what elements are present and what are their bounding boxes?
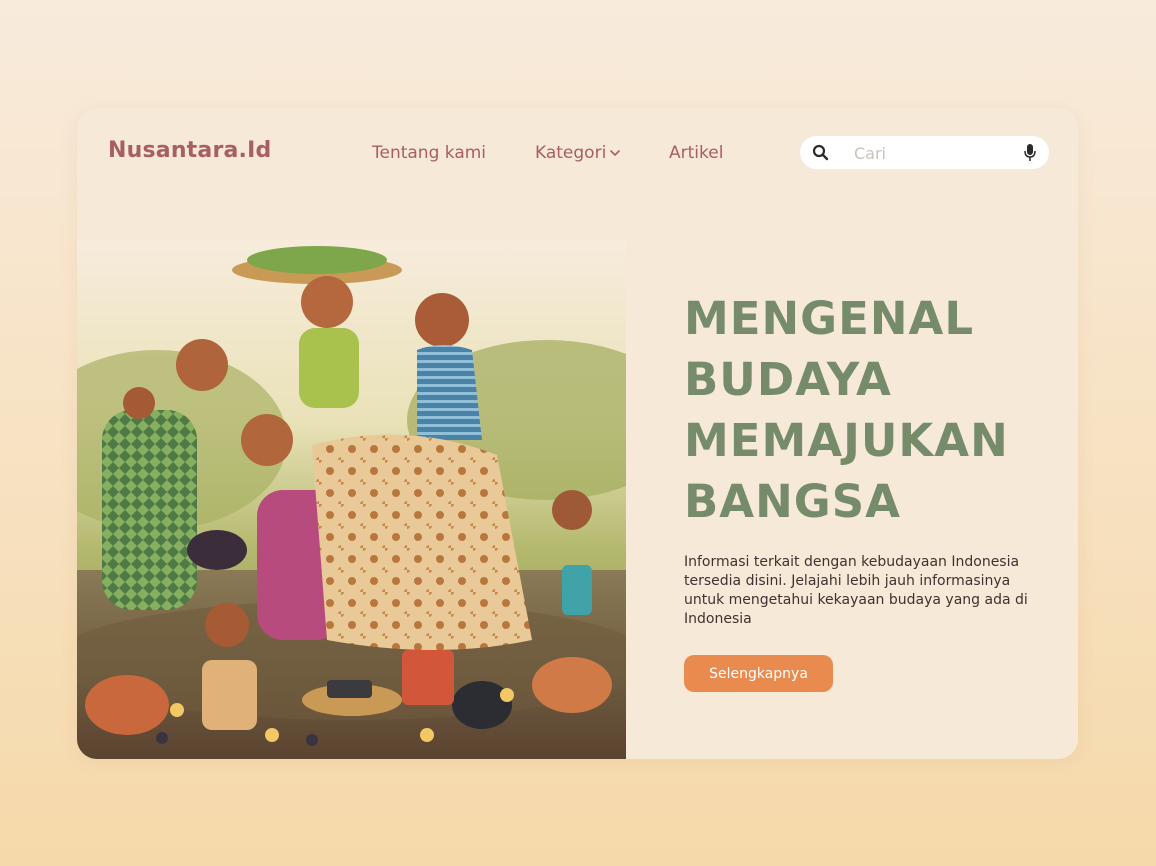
nav-link-artikel[interactable]: Artikel (669, 143, 723, 163)
headline-line-4: BANGSA (684, 475, 901, 528)
hero-description: Informasi terkait dengan kebudayaan Indo… (684, 554, 1028, 627)
brand-logo[interactable]: Nusantara.Id (108, 138, 271, 163)
nav-link-tentang-kami[interactable]: Tentang kami (372, 143, 486, 163)
nav-kategori-label: Kategori (535, 143, 607, 163)
batik-market-illustration (77, 240, 626, 759)
landing-card: Nusantara.Id Tentang kami Kategori Artik… (77, 108, 1078, 759)
headline-line-2: BUDAYA (684, 353, 892, 406)
nav-dropdown-kategori[interactable]: Kategori (535, 143, 621, 163)
chevron-down-icon (610, 150, 621, 157)
hero-illustration (77, 240, 626, 759)
headline-line-3: MEMAJUKAN (684, 414, 1009, 467)
selengkapnya-button[interactable]: Selengkapnya (684, 655, 833, 692)
search-bar (800, 136, 1049, 169)
microphone-icon[interactable] (1023, 143, 1037, 162)
search-input[interactable] (852, 141, 1006, 165)
headline-line-1: MENGENAL (684, 292, 975, 345)
hero-headline: MENGENAL BUDAYA MEMAJUKAN BANGSA (684, 288, 1064, 532)
search-icon[interactable] (812, 144, 829, 161)
